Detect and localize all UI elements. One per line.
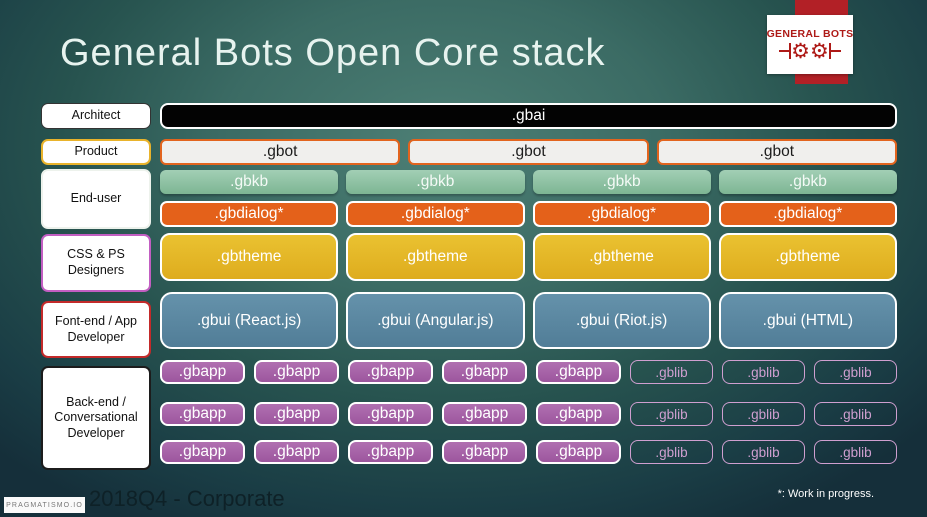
stack-box-gbtheme: .gbtheme (160, 233, 339, 281)
stack-box-gbdialog: .gbdialog* (160, 201, 339, 227)
stack-box-gblib: .gblib (630, 402, 713, 426)
role-label-end-user: End-user (41, 169, 151, 229)
stack-box-gbot: .gbot (160, 139, 401, 165)
role-label-backend-conversational-developer: Back-end / Conversational Developer (41, 366, 151, 470)
stack-box-gbapp: .gbapp (442, 440, 527, 464)
stack-box-gblib: .gblib (722, 402, 805, 426)
stack-box-gbapp: .gbapp (160, 440, 245, 464)
stack-row-gbai: .gbai (160, 103, 897, 129)
stack-box-gbkb: .gbkb (160, 170, 339, 194)
stack-row-gbui: .gbui (React.js) .gbui (Angular.js) .gbu… (160, 292, 897, 349)
stack-box-gbapp: .gbapp (442, 402, 527, 426)
general-bots-logo: GENERAL BOTS ⚙ ⚙ (767, 15, 853, 74)
slide-title: General Bots Open Core stack (60, 32, 606, 74)
stack-box-gbtheme: .gbtheme (718, 233, 897, 281)
stack-row-apps-2: .gbapp .gbapp .gbapp .gbapp .gbapp .gbli… (160, 402, 897, 426)
stack-box-gbui-html: .gbui (HTML) (718, 292, 897, 349)
stack-box-gbapp: .gbapp (536, 360, 621, 384)
stack-box-gbapp: .gbapp (348, 440, 433, 464)
stack-box-gbkb: .gbkb (718, 170, 897, 194)
stack-box-gbapp: .gbapp (348, 402, 433, 426)
stack-box-gblib: .gblib (630, 440, 713, 464)
stack-row-gbdialog: .gbdialog* .gbdialog* .gbdialog* .gbdial… (160, 201, 897, 227)
stack-box-gblib: .gblib (722, 360, 805, 384)
stack-row-apps-3: .gbapp .gbapp .gbapp .gbapp .gbapp .gbli… (160, 440, 897, 464)
stack-box-gbot: .gbot (408, 139, 649, 165)
stack-box-gbapp: .gbapp (536, 402, 621, 426)
stack-box-gblib: .gblib (630, 360, 713, 384)
stack-box-gbkb: .gbkb (346, 170, 525, 194)
stack-row-gbtheme: .gbtheme .gbtheme .gbtheme .gbtheme (160, 233, 897, 281)
stack-box-gbtheme: .gbtheme (532, 233, 711, 281)
gear-line-right-icon (830, 50, 841, 52)
stack-box-gbui-react: .gbui (React.js) (160, 292, 339, 349)
role-label-frontend-app-developer: Font-end / App Developer (41, 301, 151, 358)
stack-box-gbapp: .gbapp (254, 360, 339, 384)
stack-box-gblib: .gblib (814, 440, 897, 464)
stack-box-gbapp: .gbapp (348, 360, 433, 384)
stack-box-gbapp: .gbapp (536, 440, 621, 464)
stack-box-gbdialog: .gbdialog* (532, 201, 711, 227)
work-in-progress-footnote: *: Work in progress. (777, 488, 874, 500)
role-label-product: Product (41, 139, 151, 165)
stack-row-gbot: .gbot .gbot .gbot (160, 139, 897, 165)
stack-box-gblib: .gblib (814, 402, 897, 426)
stack-box-gbui-riot: .gbui (Riot.js) (532, 292, 711, 349)
stack-box-gbapp: .gbapp (254, 402, 339, 426)
stack-box-gbui-angular: .gbui (Angular.js) (346, 292, 525, 349)
slide-canvas: General Bots Open Core stack GENERAL BOT… (0, 0, 927, 517)
footer-caption: 2018Q4 - Corporate (89, 486, 285, 511)
stack-box-gbkb: .gbkb (532, 170, 711, 194)
logo-brand-text: GENERAL BOTS (766, 27, 854, 40)
stack-box-gbapp: .gbapp (442, 360, 527, 384)
role-label-css-ps-designers: CSS & PS Designers (41, 234, 151, 292)
stack-box-gbtheme: .gbtheme (346, 233, 525, 281)
stack-box-gbapp: .gbapp (160, 402, 245, 426)
gear-line-left-icon (779, 50, 790, 52)
gear-icon: ⚙ (791, 39, 810, 63)
stack-box-gbapp: .gbapp (254, 440, 339, 464)
stack-box-gblib: .gblib (722, 440, 805, 464)
pragmatismo-logo: PRAGMATISMO.IO (4, 497, 85, 513)
stack-row-gbkb: .gbkb .gbkb .gbkb .gbkb (160, 170, 897, 194)
stack-box-gbai: .gbai (160, 103, 897, 129)
stack-box-gbapp: .gbapp (160, 360, 245, 384)
gears-icon: ⚙ ⚙ (779, 41, 841, 62)
role-label-architect: Architect (41, 103, 151, 129)
stack-box-gblib: .gblib (814, 360, 897, 384)
stack-box-gbdialog: .gbdialog* (718, 201, 897, 227)
stack-box-gbot: .gbot (656, 139, 897, 165)
gear-icon: ⚙ (810, 39, 829, 63)
stack-box-gbdialog: .gbdialog* (346, 201, 525, 227)
stack-row-apps-1: .gbapp .gbapp .gbapp .gbapp .gbapp .gbli… (160, 360, 897, 384)
